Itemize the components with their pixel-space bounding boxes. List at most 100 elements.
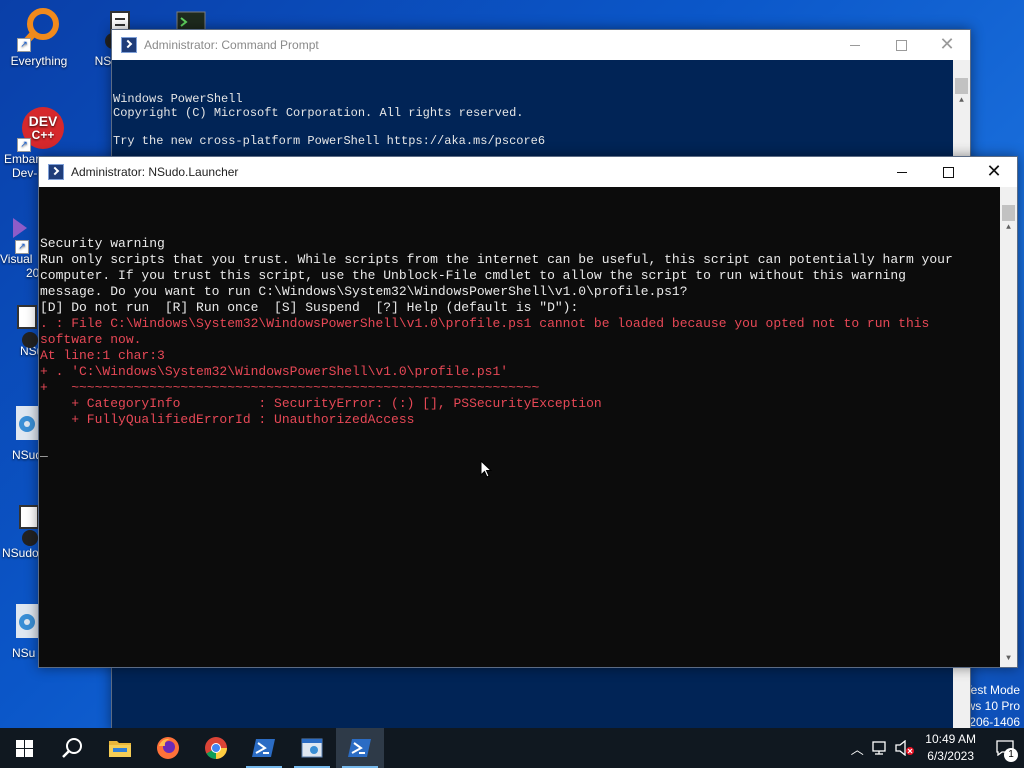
- mouse-cursor-icon: [480, 460, 492, 478]
- console-line: Try the new cross-platform PowerShell ht…: [113, 134, 546, 148]
- scroll-thumb[interactable]: [955, 78, 968, 94]
- desktop-icon-label: NSudo: [2, 546, 39, 560]
- watermark-line: Test Mode: [964, 683, 1020, 697]
- console-line: [D] Do not run [R] Run once [S] Suspend …: [40, 300, 579, 315]
- console-line: + ~~~~~~~~~~~~~~~~~~~~~~~~~~~~~~~~~~~~~~…: [40, 380, 540, 395]
- desktop-icon-nsudo-2[interactable]: NSu: [0, 304, 43, 358]
- desktop-icon-label: NSud: [12, 448, 43, 462]
- close-button[interactable]: ✕: [924, 30, 970, 60]
- scroll-up-icon[interactable]: ▲: [1000, 219, 1017, 236]
- desktop-icon-label: Visual: [0, 252, 33, 266]
- test-mode-watermark: Test Mode ws 10 Pro 206-1406: [965, 682, 1020, 730]
- powershell-icon: [252, 739, 275, 757]
- title-bar[interactable]: Administrator: NSudo.Launcher ✕: [39, 157, 1017, 187]
- desktop-icon-nsudo-4[interactable]: NSudo: [0, 504, 40, 560]
- system-tray: ︿ 10:49 AM 6/3/2023 1: [845, 728, 1024, 768]
- maximize-button[interactable]: [925, 157, 971, 187]
- volume-muted-icon: [895, 740, 915, 756]
- title-bar[interactable]: Administrator: Command Prompt ✕: [112, 30, 970, 60]
- console-line: Windows PowerShell: [113, 92, 243, 106]
- desktop-icon-nsudo-3[interactable]: NSud: [0, 404, 43, 462]
- show-hidden-icons-button[interactable]: ︿: [845, 739, 869, 758]
- desktop-icon-label: Everything: [10, 54, 68, 68]
- network-icon: [872, 741, 886, 755]
- taskbar-file-explorer[interactable]: [96, 728, 144, 768]
- console-line: . : File C:\Windows\System32\WindowsPowe…: [40, 316, 930, 331]
- clock[interactable]: 10:49 AM 6/3/2023: [925, 731, 976, 765]
- taskbar-chrome[interactable]: [192, 728, 240, 768]
- shortcut-arrow-icon: ↗: [17, 138, 31, 152]
- gear-icon: [0, 602, 40, 646]
- window-title: Administrator: Command Prompt: [144, 38, 319, 52]
- close-button[interactable]: ✕: [971, 157, 1017, 187]
- taskbar-powershell[interactable]: [240, 728, 288, 768]
- dev-cpp-icon: DEV C++ ↗: [17, 106, 64, 152]
- powershell-icon: [48, 164, 64, 180]
- watermark-line: ws 10 Pro: [966, 699, 1020, 713]
- console-line: Run only scripts that you trust. While s…: [40, 252, 953, 267]
- notification-count-badge: 1: [1004, 748, 1018, 762]
- firefox-icon: [157, 737, 179, 759]
- console-line: software now.: [40, 332, 142, 347]
- shortcut-arrow-icon: ↗: [17, 38, 31, 52]
- console-line: At line:1 char:3: [40, 348, 165, 363]
- chrome-icon: [205, 737, 227, 759]
- nsudo-icon: [301, 738, 323, 758]
- volume-button[interactable]: [893, 740, 917, 756]
- console-line: + FullyQualifiedErrorId : UnauthorizedAc…: [40, 412, 415, 427]
- gear-icon: [0, 404, 40, 448]
- chevron-up-icon: ︿: [850, 741, 864, 757]
- maximize-icon: [895, 39, 907, 51]
- close-icon: ✕: [986, 161, 1002, 182]
- desktop-icon-everything[interactable]: ↗ Everything: [4, 8, 74, 68]
- network-button[interactable]: [869, 740, 893, 756]
- svg-text:C++: C++: [32, 128, 55, 142]
- taskbar-firefox[interactable]: [144, 728, 192, 768]
- minimize-button[interactable]: [879, 157, 925, 187]
- console-line: + . 'C:\Windows\System32\WindowsPowerShe…: [40, 364, 509, 379]
- search-button[interactable]: [48, 728, 96, 768]
- search-icon: [62, 738, 82, 758]
- start-button[interactable]: [0, 728, 48, 768]
- nsudo-icon: [0, 504, 40, 548]
- everything-icon: ↗: [17, 8, 61, 52]
- nsudo-icon: [0, 304, 40, 348]
- console-line: _: [40, 444, 48, 459]
- action-center-button[interactable]: 1: [986, 728, 1024, 768]
- console-line: + CategoryInfo : SecurityError: (:) [], …: [40, 396, 602, 411]
- desktop-icon-nsudo-5[interactable]: NSu: [0, 602, 40, 660]
- taskbar-nsudo[interactable]: [288, 728, 336, 768]
- clock-time: 10:49 AM: [925, 732, 976, 746]
- nsudo-launcher-window[interactable]: Administrator: NSudo.Launcher ✕ Security…: [38, 156, 1018, 668]
- close-icon: ✕: [939, 34, 955, 55]
- svg-text:DEV: DEV: [29, 113, 58, 129]
- taskbar: ︿ 10:49 AM 6/3/2023 1: [0, 728, 1024, 768]
- taskbar-powershell-active[interactable]: [336, 728, 384, 768]
- powershell-icon: [348, 739, 371, 757]
- minimize-button[interactable]: [832, 30, 878, 60]
- scroll-thumb[interactable]: [1002, 205, 1015, 221]
- folder-icon: [109, 741, 131, 757]
- console-line: message. Do you want to run C:\Windows\S…: [40, 284, 688, 299]
- console-output[interactable]: Security warning Run only scripts that yo…: [39, 187, 1017, 667]
- minimize-icon: [897, 171, 907, 173]
- console-line: Security warning: [40, 236, 165, 251]
- shortcut-arrow-icon: ↗: [15, 240, 29, 254]
- clock-date: 6/3/2023: [927, 749, 974, 763]
- visual-studio-icon: ↗: [5, 210, 35, 254]
- scroll-down-icon[interactable]: ▼: [1000, 650, 1017, 667]
- maximize-button[interactable]: [878, 30, 924, 60]
- vertical-scrollbar[interactable]: ▲ ▼: [1000, 187, 1017, 667]
- scroll-up-icon[interactable]: ▲: [953, 92, 970, 109]
- minimize-icon: [850, 44, 860, 46]
- console-line: Copyright (C) Microsoft Corporation. All…: [113, 106, 524, 120]
- maximize-icon: [942, 166, 954, 178]
- desktop-icon-visual-studio[interactable]: ↗ Visual 20: [0, 210, 40, 280]
- desktop-icon-label: NSu: [12, 646, 36, 660]
- powershell-icon: [121, 37, 137, 53]
- windows-logo-icon: [15, 739, 33, 757]
- console-line: computer. If you trust this script, use …: [40, 268, 906, 283]
- window-title: Administrator: NSudo.Launcher: [71, 165, 239, 179]
